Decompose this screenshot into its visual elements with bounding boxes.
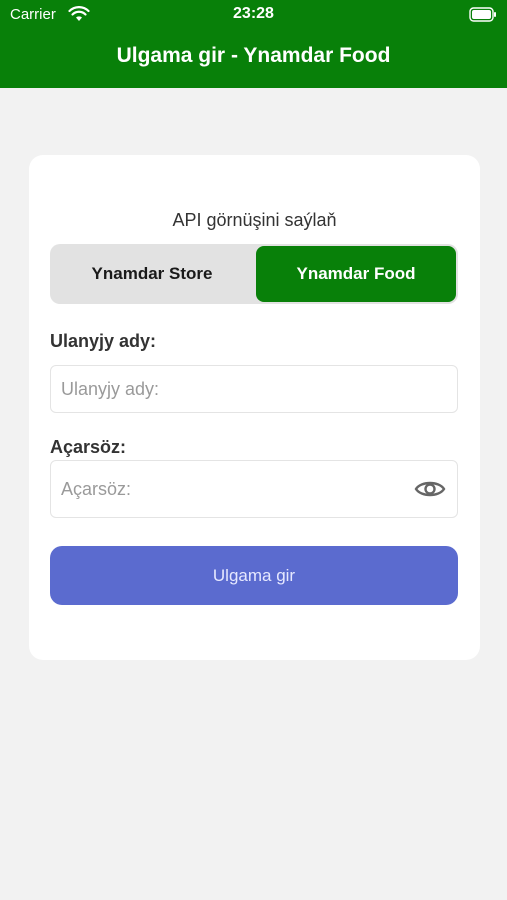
segment-ynamdar-store[interactable]: Ynamdar Store — [52, 246, 252, 302]
eye-icon[interactable] — [414, 477, 446, 501]
api-type-selector: Ynamdar Store Ynamdar Food — [50, 244, 458, 304]
battery-icon — [469, 7, 496, 22]
page-title: Ulgama gir - Ynamdar Food — [116, 44, 391, 67]
login-button[interactable]: Ulgama gir — [50, 546, 458, 605]
api-type-label: API görnüşini saýlaň — [172, 210, 337, 230]
segment-ynamdar-food[interactable]: Ynamdar Food — [256, 246, 456, 302]
username-field[interactable] — [50, 365, 458, 413]
password-label: Açarsöz: — [50, 437, 127, 457]
password-field[interactable] — [50, 460, 458, 518]
status-bar: Carrier 23:28 — [0, 0, 507, 32]
username-label: Ulanyjy ady: — [50, 331, 157, 351]
app-header: Carrier 23:28 Ulgama gir - Ynamdar Food — [0, 0, 507, 88]
clock: 23:28 — [233, 5, 274, 22]
login-card: API görnüşini saýlaň Ynamdar Store Ynamd… — [29, 155, 480, 660]
